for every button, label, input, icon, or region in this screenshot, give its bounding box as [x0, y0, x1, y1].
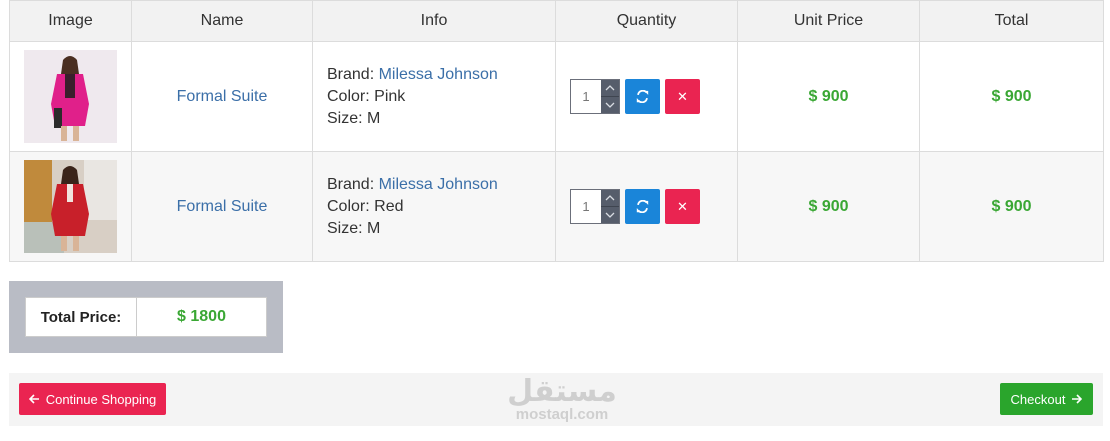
product-info: Brand: Milessa Johnson Color: Pink Size:…	[312, 41, 556, 152]
brand-link[interactable]: Milessa Johnson	[379, 66, 498, 83]
remove-item-button[interactable]: ✕	[665, 189, 700, 224]
product-image[interactable]	[24, 50, 117, 143]
table-row: Formal Suite Brand: Milessa Johnson Colo…	[9, 41, 1104, 152]
watermark-arabic: مستقل	[507, 374, 617, 409]
header-name: Name	[131, 0, 313, 42]
continue-shopping-button[interactable]: Continue Shopping	[19, 383, 166, 415]
total-price-value: $ 1800	[177, 308, 226, 325]
table-header-row: Image Name Info Quantity Unit Price Tota…	[9, 0, 1104, 42]
cart-summary: Total Price: $ 1800	[9, 281, 283, 353]
header-quantity: Quantity	[555, 0, 738, 42]
color-value: Red	[374, 197, 404, 215]
row-total: $ 900	[991, 87, 1032, 105]
size-value: M	[367, 219, 381, 237]
product-image-cell	[9, 41, 132, 152]
header-info: Info	[312, 0, 556, 42]
header-image: Image	[9, 0, 132, 42]
quantity-input[interactable]	[571, 80, 601, 113]
row-total: $ 900	[991, 197, 1032, 215]
checkout-button[interactable]: Checkout	[1000, 383, 1093, 415]
quantity-input[interactable]	[571, 190, 601, 223]
product-image-cell	[9, 151, 132, 262]
refresh-icon	[636, 200, 649, 213]
close-icon: ✕	[677, 88, 688, 104]
chevron-up-icon[interactable]	[601, 80, 619, 96]
arrow-left-icon	[28, 394, 39, 404]
checkout-label: Checkout	[1010, 391, 1066, 407]
brand-link[interactable]: Milessa Johnson	[379, 176, 498, 193]
close-icon: ✕	[677, 198, 688, 214]
update-quantity-button[interactable]	[625, 189, 660, 224]
arrow-right-icon	[1072, 394, 1083, 404]
chevron-down-icon[interactable]	[601, 206, 619, 223]
cart-table: Image Name Info Quantity Unit Price Tota…	[9, 0, 1104, 262]
watermark-latin: mostaql.com	[515, 406, 609, 423]
chevron-up-icon[interactable]	[601, 190, 619, 206]
quantity-cell: ✕	[555, 151, 738, 262]
chevron-down-icon[interactable]	[601, 96, 619, 113]
header-total: Total	[919, 0, 1104, 42]
continue-shopping-label: Continue Shopping	[45, 391, 157, 407]
total-price-row: Total Price: $ 1800	[25, 297, 267, 337]
quantity-stepper	[570, 189, 620, 224]
color-value: Pink	[374, 87, 406, 105]
product-name-link[interactable]: Formal Suite	[177, 198, 268, 215]
quantity-stepper	[570, 79, 620, 114]
product-image[interactable]	[24, 160, 117, 253]
size-value: M	[367, 109, 381, 127]
table-row: Formal Suite Brand: Milessa Johnson Colo…	[9, 151, 1104, 262]
cart-actions-bar: Continue Shopping مستقل mostaql.com Chec…	[9, 373, 1103, 426]
refresh-icon	[636, 90, 649, 103]
product-info: Brand: Milessa Johnson Color: Red Size: …	[312, 151, 556, 262]
product-name-link[interactable]: Formal Suite	[177, 88, 268, 105]
mostaql-watermark: مستقل mostaql.com	[497, 374, 627, 423]
update-quantity-button[interactable]	[625, 79, 660, 114]
quantity-cell: ✕	[555, 41, 738, 152]
remove-item-button[interactable]: ✕	[665, 79, 700, 114]
total-price-label: Total Price:	[26, 298, 137, 336]
unit-price: $ 900	[808, 197, 849, 215]
unit-price: $ 900	[808, 87, 849, 105]
header-unit-price: Unit Price	[737, 0, 920, 42]
